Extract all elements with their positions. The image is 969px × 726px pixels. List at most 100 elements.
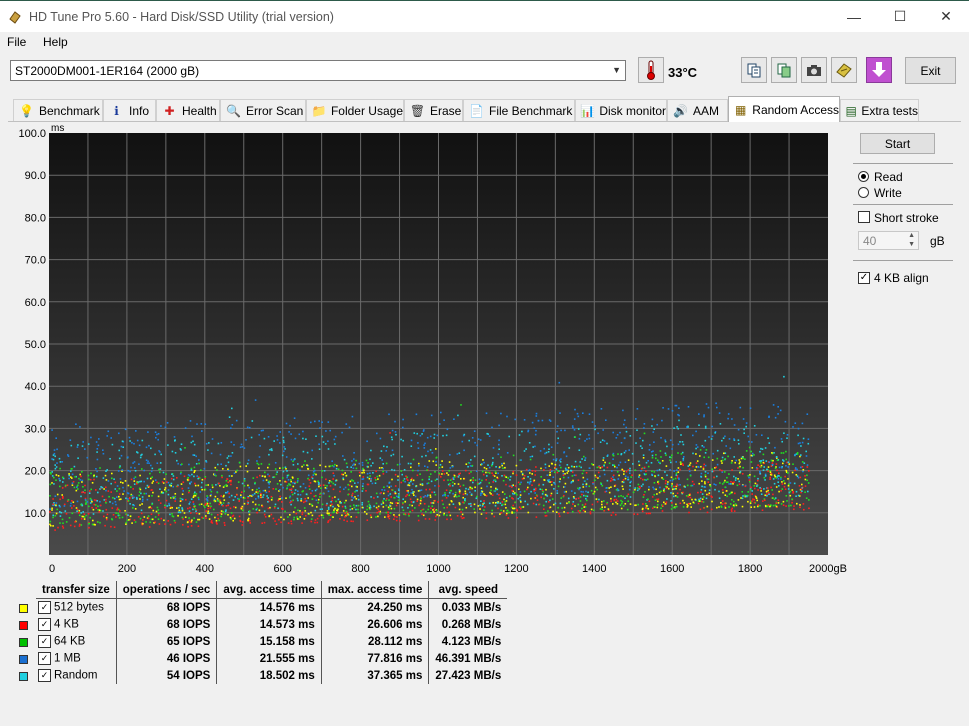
scatter-point: [572, 503, 574, 505]
scatter-point: [78, 525, 81, 527]
scatter-point: [648, 500, 651, 503]
series-checkbox[interactable]: ✓: [38, 618, 51, 631]
scatter-point: [306, 451, 309, 454]
scatter-point: [594, 428, 596, 431]
legend-swatch: [19, 638, 28, 647]
scatter-point: [105, 489, 107, 492]
scatter-point: [769, 471, 772, 473]
scatter-point: [704, 464, 707, 467]
screenshot-button[interactable]: [801, 57, 827, 83]
scatter-point: [409, 510, 411, 513]
copy-screenshot-button[interactable]: [771, 57, 797, 83]
scatter-point: [257, 495, 260, 497]
scatter-point: [72, 501, 75, 503]
tab-benchmark[interactable]: 💡 Benchmark: [13, 99, 103, 121]
scatter-point: [701, 498, 704, 500]
scatter-point: [217, 500, 220, 502]
scatter-point: [214, 500, 217, 502]
minimize-button[interactable]: —: [831, 1, 877, 32]
scatter-point: [381, 459, 383, 461]
tab-folder-usage[interactable]: 📁 Folder Usage: [306, 99, 404, 121]
write-radio[interactable]: [858, 187, 869, 198]
scatter-point: [733, 500, 735, 503]
tab-info[interactable]: ℹ Info: [103, 99, 156, 121]
scatter-point: [756, 499, 758, 502]
drive-select[interactable]: ST2000DM001-1ER164 (2000 gB) ▼: [10, 60, 626, 81]
scatter-point: [376, 432, 378, 435]
read-radio[interactable]: [858, 171, 869, 182]
scatter-point: [793, 505, 795, 507]
scatter-point: [571, 510, 574, 513]
scatter-point: [642, 454, 645, 456]
scatter-point: [786, 437, 788, 439]
scatter-point: [678, 407, 680, 409]
scatter-point: [372, 472, 374, 474]
scatter-point: [209, 507, 212, 509]
scatter-point: [760, 493, 763, 495]
scatter-point: [644, 491, 646, 493]
short-stroke-checkbox[interactable]: [858, 211, 870, 223]
menu-help[interactable]: Help: [43, 35, 68, 49]
scatter-point: [124, 510, 126, 512]
maximize-button[interactable]: ☐: [877, 1, 923, 32]
tab-erase[interactable]: 🗑 Erase: [404, 99, 463, 121]
tab-disk-monitor[interactable]: 📊 Disk monitor: [575, 99, 667, 121]
series-checkbox[interactable]: ✓: [38, 635, 51, 648]
close-button[interactable]: ✕: [923, 1, 969, 32]
tab-error-scan[interactable]: 🔍 Error Scan: [220, 99, 306, 121]
x-tick-label: 200: [118, 563, 136, 575]
menu-file[interactable]: File: [7, 35, 26, 49]
scatter-point: [297, 509, 299, 512]
series-checkbox[interactable]: ✓: [38, 601, 51, 614]
scatter-point: [290, 480, 292, 483]
scatter-point: [623, 423, 625, 426]
scatter-point: [645, 461, 648, 464]
start-button[interactable]: Start: [860, 133, 935, 154]
short-stroke-stepper[interactable]: 40 ▲ ▼: [858, 231, 919, 250]
scatter-point: [468, 462, 471, 464]
scatter-point: [281, 501, 283, 503]
options-button[interactable]: [831, 57, 857, 83]
stepper-down-icon[interactable]: ▼: [908, 241, 915, 248]
scatter-point: [671, 410, 674, 412]
scatter-point: [256, 488, 258, 491]
scatter-point: [92, 508, 95, 511]
series-checkbox[interactable]: ✓: [38, 652, 51, 665]
tab-random-access[interactable]: ▦ Random Access: [728, 96, 840, 122]
scatter-point: [59, 461, 62, 463]
scatter-point: [547, 510, 549, 512]
scatter-point: [579, 500, 582, 502]
scatter-point: [427, 450, 429, 453]
scatter-point: [329, 518, 331, 521]
tab-aam[interactable]: 🔊 AAM: [667, 99, 728, 121]
scatter-point: [657, 498, 660, 500]
scatter-point: [710, 508, 713, 511]
scatter-point: [562, 472, 565, 475]
align-checkbox[interactable]: ✓: [858, 272, 870, 284]
scatter-point: [807, 442, 810, 445]
copy-text-button[interactable]: [741, 57, 767, 83]
scatter-point: [792, 492, 794, 494]
scatter-point: [213, 498, 216, 501]
scatter-point: [671, 483, 673, 485]
exit-button[interactable]: Exit: [905, 57, 956, 84]
scatter-point: [453, 483, 456, 485]
scatter-point: [431, 505, 434, 507]
scatter-point: [446, 506, 448, 509]
tab-extra-tests[interactable]: ▤ Extra tests: [840, 99, 919, 121]
scatter-point: [449, 479, 452, 481]
save-button[interactable]: [866, 57, 892, 83]
tab-health[interactable]: ✚ Health: [156, 99, 220, 121]
tab-file-benchmark[interactable]: 📄 File Benchmark: [463, 99, 575, 121]
series-checkbox[interactable]: ✓: [38, 669, 51, 682]
scatter-point: [297, 490, 299, 492]
scatter-point: [97, 521, 99, 523]
scatter-point: [53, 483, 55, 485]
scatter-point: [194, 484, 197, 487]
stepper-up-icon[interactable]: ▲: [908, 232, 915, 239]
scatter-point: [279, 442, 281, 444]
scatter-point: [382, 506, 385, 508]
scatter-point: [427, 508, 429, 511]
scatter-point: [591, 447, 594, 450]
scatter-point: [103, 499, 106, 501]
